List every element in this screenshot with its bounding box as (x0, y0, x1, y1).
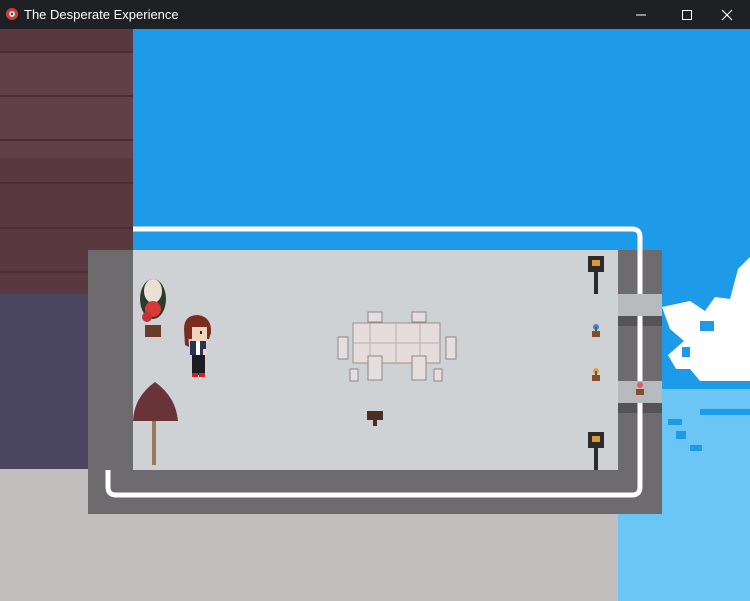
game-app-icon (6, 8, 18, 20)
close-button[interactable] (704, 0, 750, 29)
game-viewport[interactable] (0, 29, 750, 601)
window-title: The Desperate Experience (24, 7, 179, 22)
dining-table (352, 322, 441, 364)
window-titlebar: The Desperate Experience (0, 0, 750, 29)
building-wall-highlight (0, 53, 133, 158)
close-icon (721, 9, 733, 20)
maximize-icon (682, 9, 692, 20)
minimize-icon (636, 14, 646, 15)
game-scene (0, 29, 750, 601)
walkway-upper (618, 294, 662, 316)
minimize-button[interactable] (618, 0, 664, 29)
